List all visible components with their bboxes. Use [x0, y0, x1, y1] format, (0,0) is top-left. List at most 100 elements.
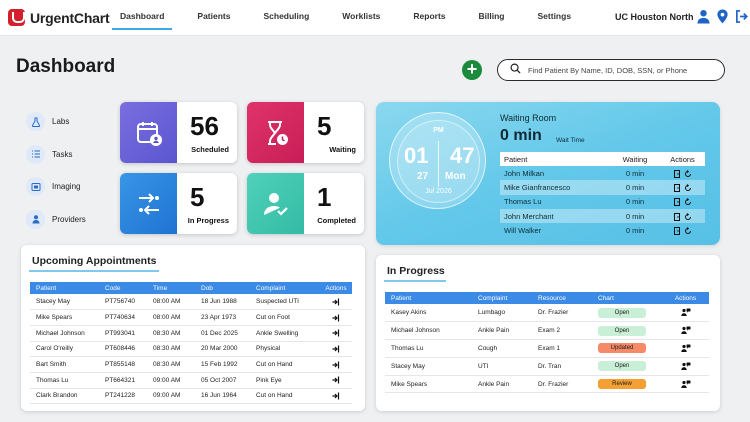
add-patient-button[interactable]: + — [462, 60, 482, 80]
stat-card-in-progress[interactable]: 5 In Progress — [120, 173, 237, 234]
table-row[interactable]: Will Walker 0 min — [500, 223, 705, 237]
stat-card-waiting[interactable]: 5 Waiting — [247, 102, 364, 163]
refresh-icon[interactable] — [684, 183, 692, 192]
open-appointment-icon[interactable] — [332, 361, 340, 369]
stat-label: In Progress — [187, 216, 229, 225]
cell-resource: Dr. Frazier — [532, 304, 592, 323]
nav-dashboard[interactable]: Dashboard — [111, 0, 173, 36]
quick-link-label: Imaging — [52, 182, 81, 191]
table-row[interactable]: Thomas Lu 0 min — [500, 195, 705, 209]
cell-code: PT993041 — [99, 325, 147, 342]
table-row[interactable]: Stacey May PT756740 08:00 AM 18 Jun 1988 Sus… — [30, 294, 352, 311]
chart-status-badge[interactable]: Updated — [598, 343, 646, 354]
cell-time: 08:00 AM — [147, 309, 195, 326]
open-appointment-icon[interactable] — [332, 329, 340, 337]
cell-dob: 23 Apr 1973 — [195, 309, 250, 326]
table-row[interactable]: John Merchant 0 min — [500, 208, 705, 224]
stat-card-completed[interactable]: 1 Completed — [247, 173, 364, 234]
clock-day: 27 — [417, 171, 429, 182]
table-row[interactable]: Mike Spears PT740634 08:00 AM 23 Apr 1973 Cu… — [30, 309, 352, 326]
chart-status-badge[interactable]: Review — [598, 379, 646, 390]
patient-name: John Merchant — [500, 208, 610, 224]
in-progress-panel: In Progress Patient Complaint Resource C… — [376, 255, 720, 411]
open-appointment-icon[interactable] — [332, 345, 340, 353]
room-door-icon[interactable] — [673, 212, 681, 221]
clock-date: Jul 2026 — [425, 188, 452, 195]
table-row[interactable]: John Milkan 0 min — [500, 166, 705, 180]
room-door-icon[interactable] — [673, 169, 681, 178]
app-logo[interactable]: UrgentChart — [8, 9, 110, 26]
cell-code: PT241228 — [99, 388, 147, 405]
table-row[interactable]: Kasey Akins Lumbago Dr. Frazier Open — [385, 304, 709, 323]
message-user-icon[interactable] — [680, 362, 691, 370]
open-appointment-icon[interactable] — [332, 314, 340, 322]
chart-status-badge[interactable]: Open — [598, 307, 646, 318]
patient-name: Thomas Lu — [504, 197, 542, 207]
message-user-icon[interactable] — [680, 308, 691, 317]
room-door-icon[interactable] — [673, 226, 681, 235]
cell-dob: 16 Jun 1964 — [195, 388, 250, 405]
column-header: Patient — [30, 282, 99, 294]
table-row[interactable]: Stacey May UTI Dr. Tran Open — [385, 357, 709, 376]
message-user-icon[interactable] — [680, 344, 691, 352]
nav-worklists[interactable]: Worklists — [342, 0, 380, 36]
table-row[interactable]: Thomas Lu Cough Exam 1 Updated — [385, 339, 709, 358]
location-name[interactable]: UC Houston North — [615, 12, 694, 22]
table-row[interactable]: Michael Johnson PT993041 08:30 AM 01 Dec 20… — [30, 325, 352, 342]
waiting-time: 0 min — [625, 225, 645, 235]
table-row[interactable]: Bart Smith PT855148 08:30 AM 15 Feb 1992 Cut… — [30, 356, 352, 373]
nav-settings[interactable]: Settings — [538, 0, 572, 36]
nav-billing[interactable]: Billing — [479, 0, 505, 36]
table-row[interactable]: Carol O'reilly PT608446 08:30 AM 20 Mar 200… — [30, 341, 352, 358]
refresh-icon[interactable] — [684, 212, 692, 221]
table-row[interactable]: Mike Spears Ankle Pain Dr. Frazier Review — [385, 375, 709, 394]
room-door-icon[interactable] — [673, 197, 681, 207]
message-user-icon[interactable] — [680, 380, 691, 388]
upcoming-table: Patient Code Time Dob Complaint Actions … — [30, 282, 352, 405]
column-header: Actions — [660, 152, 705, 166]
wait-time-value: 0 min — [500, 127, 542, 144]
table-row[interactable]: Mike Gianfrancesco 0 min — [500, 180, 705, 195]
chart-status-badge[interactable]: Open — [598, 325, 646, 336]
cell-complaint: Cut on Hand — [250, 356, 320, 373]
search-input[interactable] — [528, 65, 708, 75]
message-user-icon[interactable] — [680, 326, 691, 335]
nav-scheduling[interactable]: Scheduling — [263, 0, 309, 36]
column-header: Resource — [532, 292, 592, 304]
refresh-icon[interactable] — [684, 197, 692, 206]
panel-title: In Progress — [387, 265, 445, 277]
refresh-icon[interactable] — [684, 169, 692, 178]
top-nav-bar: UrgentChart Dashboard Patients Schedulin… — [0, 0, 750, 36]
cell-patient: Bart Smith — [30, 356, 99, 373]
open-appointment-icon[interactable] — [332, 376, 340, 384]
column-header: Time — [147, 282, 195, 294]
cell-patient: Thomas Lu — [30, 372, 99, 389]
logout-icon[interactable] — [735, 9, 748, 29]
quick-link-tasks[interactable]: Tasks — [26, 144, 86, 164]
nav-patients[interactable]: Patients — [197, 0, 230, 36]
nav-reports[interactable]: Reports — [413, 0, 445, 36]
room-door-icon[interactable] — [673, 183, 681, 192]
table-row[interactable]: Michael Johnson Ankle Pain Exam 2 Open — [385, 321, 709, 341]
table-row[interactable]: Thomas Lu PT664321 09:00 AM 05 Oct 2007 Pink… — [30, 372, 352, 389]
cell-time: 09:00 AM — [147, 372, 195, 389]
table-row[interactable]: Clark Brandon PT241228 09:00 AM 16 Jun 1964… — [30, 388, 352, 405]
stat-card-scheduled[interactable]: 56 Scheduled — [120, 102, 237, 163]
open-appointment-icon[interactable] — [332, 298, 340, 306]
user-icon[interactable] — [697, 9, 710, 29]
waiting-time: 0 min — [625, 197, 645, 207]
quick-link-imaging[interactable]: Imaging — [26, 177, 86, 196]
refresh-icon[interactable] — [684, 226, 692, 235]
chart-status-badge[interactable]: Open — [598, 361, 646, 372]
column-header: Complaint — [250, 282, 320, 294]
cell-code: PT740634 — [99, 309, 147, 326]
quick-link-labs[interactable]: Labs — [26, 112, 86, 131]
open-appointment-icon[interactable] — [332, 392, 340, 400]
cell-patient: Thomas Lu — [385, 339, 472, 358]
patient-search[interactable] — [497, 59, 725, 81]
column-header: Chart — [592, 292, 662, 304]
quick-link-providers[interactable]: Providers — [26, 209, 86, 229]
cell-code: PT855148 — [99, 356, 147, 373]
app-name: UrgentChart — [30, 9, 110, 26]
location-pin-icon[interactable] — [716, 9, 729, 29]
